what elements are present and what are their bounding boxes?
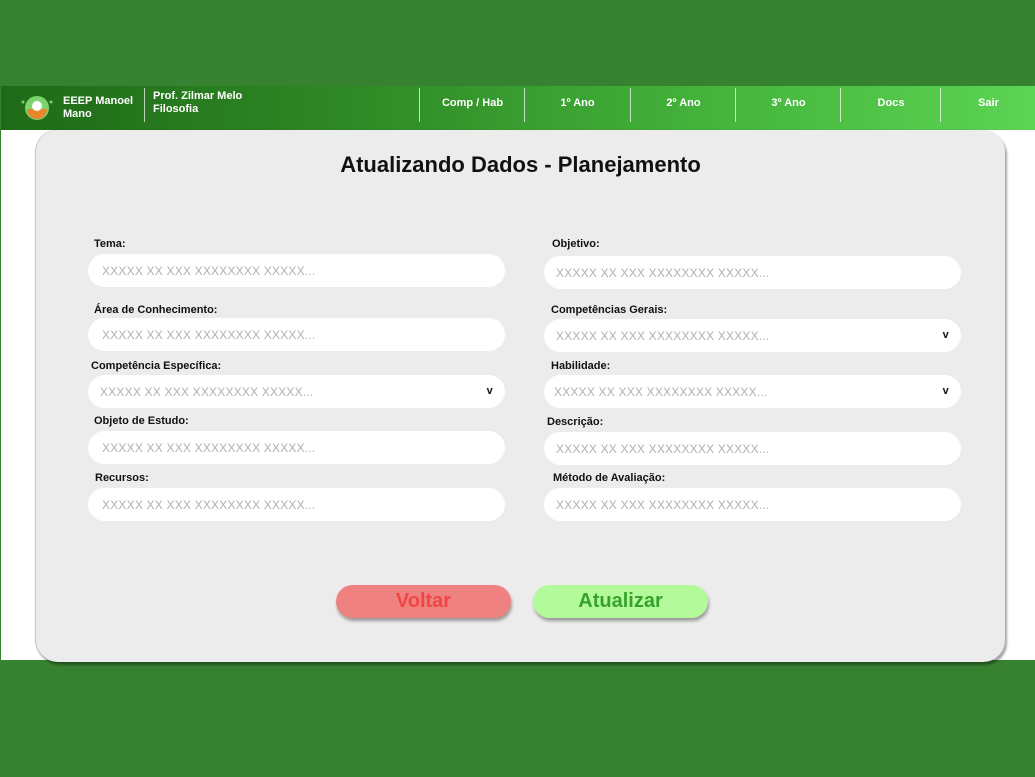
recursos-input[interactable]: XXXXX XX XXX XXXXXXXX XXXXX...	[88, 488, 505, 521]
teacher-name: Prof. Zilmar Melo	[153, 90, 243, 102]
recursos-label: Recursos:	[95, 472, 149, 484]
nav-divider	[940, 88, 941, 122]
nav-divider	[144, 88, 145, 122]
school-name: EEEP Manoel Mano	[63, 95, 134, 120]
habilidade-label: Habilidade:	[551, 360, 611, 372]
area-input[interactable]: XXXXX XX XXX XXXXXXXX XXXXX...	[88, 318, 505, 351]
metodo-label: Método de Avaliação:	[553, 472, 666, 484]
nav-divider	[840, 88, 841, 122]
habilidade-placeholder: XXXXX XX XXX XXXXXXXX XXXXX...	[554, 384, 768, 399]
nav-2-ano[interactable]: 2º Ano	[632, 86, 735, 120]
teacher-info: Prof. Zilmar Melo Filosofia	[153, 90, 242, 116]
objetivo-label: Objetivo:	[552, 238, 600, 250]
top-navbar: EEEP Manoel Mano Prof. Zilmar Melo Filos…	[1, 86, 1035, 130]
update-button[interactable]: Atualizar	[533, 585, 708, 618]
objetivo-input[interactable]: XXXXX XX XXX XXXXXXXX XXXXX...	[544, 256, 961, 289]
descricao-label: Descrição:	[547, 416, 604, 428]
descricao-input[interactable]: XXXXX XX XXX XXXXXXXX XXXXX...	[544, 432, 961, 465]
teacher-subject: Filosofia	[153, 103, 199, 115]
habilidade-select[interactable]: XXXXX XX XXX XXXXXXXX XXXXX... v	[544, 375, 961, 408]
objeto-input[interactable]: XXXXX XX XXX XXXXXXXX XXXXX...	[88, 431, 505, 464]
nav-docs[interactable]: Docs	[842, 86, 940, 120]
school-logo-icon	[21, 96, 53, 120]
nav-3-ano[interactable]: 3º Ano	[737, 86, 840, 120]
competencia-especifica-select[interactable]: XXXXX XX XXX XXXXXXXX XXXXX... v	[88, 375, 505, 408]
nav-divider	[735, 88, 736, 122]
tema-input[interactable]: XXXXX XX XXX XXXXXXXX XXXXX...	[88, 254, 505, 287]
objeto-placeholder: XXXXX XX XXX XXXXXXXX XXXXX...	[102, 440, 316, 455]
nav-divider	[630, 88, 631, 122]
back-button[interactable]: Voltar	[336, 585, 511, 618]
descricao-placeholder: XXXXX XX XXX XXXXXXXX XXXXX...	[556, 441, 770, 456]
nav-1-ano[interactable]: 1º Ano	[526, 86, 629, 120]
recursos-placeholder: XXXXX XX XXX XXXXXXXX XXXXX...	[102, 497, 316, 512]
competencias-gerais-placeholder: XXXXX XX XXX XXXXXXXX XXXXX...	[556, 328, 770, 343]
nav-comp-hab[interactable]: Comp / Hab	[421, 86, 524, 120]
area-placeholder: XXXXX XX XXX XXXXXXXX XXXXX...	[102, 327, 316, 342]
competencias-gerais-label: Competências Gerais:	[551, 304, 668, 316]
area-label: Área de Conhecimento:	[94, 304, 218, 316]
tema-label: Tema:	[94, 238, 126, 250]
chevron-down-icon: v	[942, 385, 949, 397]
nav-divider	[524, 88, 525, 122]
metodo-placeholder: XXXXX XX XXX XXXXXXXX XXXXX...	[556, 497, 770, 512]
chevron-down-icon: v	[486, 385, 493, 397]
objeto-label: Objeto de Estudo:	[94, 415, 189, 427]
nav-divider	[419, 88, 420, 122]
chevron-down-icon: v	[942, 329, 949, 341]
tema-placeholder: XXXXX XX XXX XXXXXXXX XXXXX...	[102, 263, 316, 278]
objetivo-placeholder: XXXXX XX XXX XXXXXXXX XXXXX...	[556, 265, 770, 280]
planning-form-card: Atualizando Dados - Planejamento Tema: X…	[36, 130, 1005, 662]
metodo-input[interactable]: XXXXX XX XXX XXXXXXXX XXXXX...	[544, 488, 961, 521]
competencia-especifica-placeholder: XXXXX XX XXX XXXXXXXX XXXXX...	[100, 384, 314, 399]
nav-sair[interactable]: Sair	[942, 86, 1035, 120]
competencia-especifica-label: Competência Específica:	[91, 360, 222, 372]
competencias-gerais-select[interactable]: XXXXX XX XXX XXXXXXXX XXXXX... v	[544, 319, 961, 352]
page-title: Atualizando Dados - Planejamento	[340, 152, 701, 177]
